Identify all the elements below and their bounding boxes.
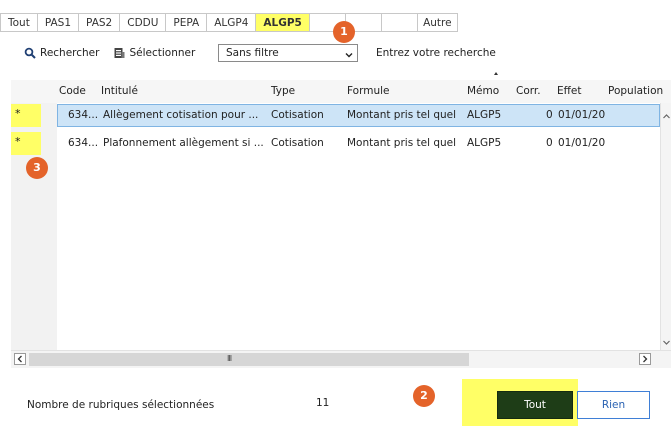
tab-tout[interactable]: Tout (0, 13, 38, 32)
tab-empty-3[interactable] (381, 13, 418, 32)
cell-corr: 0 (546, 109, 553, 121)
select-button-label: Sélectionner (129, 47, 196, 59)
tab-pas1[interactable]: PAS1 (37, 13, 80, 32)
data-grid: Code Intitulé Type Formule Mémo Corr. Ef… (11, 80, 671, 368)
cell-effet: 01/01/20 (558, 137, 606, 149)
cell-formule: Montant pris tel quel (347, 137, 457, 149)
column-header-corr[interactable]: Corr. (516, 85, 541, 97)
cell-code: 634... (68, 137, 99, 149)
annotation-badge-1: 1 (333, 21, 355, 43)
row-marker[interactable]: * (11, 104, 41, 127)
tab-algp4[interactable]: ALGP4 (207, 13, 257, 32)
search-button[interactable]: Rechercher (24, 47, 99, 59)
column-header-formule[interactable]: Formule (347, 85, 389, 97)
column-header-population[interactable]: Population (608, 85, 663, 97)
cell-type: Cotisation (271, 137, 324, 149)
cell-intitule: Plafonnement allègement si ... (103, 137, 264, 149)
cell-effet: 01/01/20 (558, 109, 606, 121)
select-none-button[interactable]: Rien (577, 391, 650, 419)
selected-count-label: Nombre de rubriques sélectionnées (27, 399, 215, 411)
scroll-up-icon[interactable] (663, 111, 670, 119)
tab-pepa[interactable]: PEPA (166, 13, 208, 32)
sort-indicator-icon (494, 72, 498, 75)
scroll-left-icon[interactable] (14, 353, 26, 365)
annotation-badge-3: 3 (26, 157, 48, 179)
horizontal-scroll-thumb[interactable] (29, 353, 469, 366)
horizontal-scrollbar[interactable]: III (11, 350, 671, 368)
cell-corr: 0 (546, 137, 553, 149)
search-input[interactable] (368, 44, 668, 62)
chevron-down-icon (345, 48, 353, 64)
column-header-code[interactable]: Code (59, 85, 86, 97)
cell-formule: Montant pris tel quel (347, 109, 457, 121)
search-icon (24, 47, 36, 59)
filter-select-value: Sans filtre (226, 47, 279, 59)
cell-memo: ALGP5 (467, 137, 502, 149)
tab-algp5[interactable]: ALGP5 (256, 13, 310, 32)
select-all-button[interactable]: Tout (497, 391, 573, 419)
tab-strip: Tout PAS1 PAS2 CDDU PEPA ALGP4 ALGP5 Aut… (0, 13, 458, 32)
annotation-badge-2: 2 (413, 385, 435, 407)
column-header-intitule[interactable]: Intitulé (101, 85, 138, 97)
toolbar: Rechercher Sélectionner Sans filtre (24, 44, 672, 62)
column-header-type[interactable]: Type (271, 85, 295, 97)
select-icon (113, 47, 125, 59)
table-row[interactable]: * 634... Allègement cotisation pour ... … (11, 104, 660, 127)
cell-type: Cotisation (271, 109, 324, 121)
table-row[interactable]: * 634... Plafonnement allègement si ... … (11, 132, 660, 155)
tab-cddu[interactable]: CDDU (120, 13, 167, 32)
column-header-effet[interactable]: Effet (557, 85, 581, 97)
cell-memo: ALGP5 (467, 109, 502, 121)
grid-header: Code Intitulé Type Formule Mémo Corr. Ef… (11, 80, 671, 103)
column-header-memo[interactable]: Mémo (467, 85, 499, 97)
filter-select[interactable]: Sans filtre (218, 44, 358, 62)
scroll-grip-icon: III (227, 354, 232, 363)
selected-count-value: 11 (316, 397, 330, 409)
scroll-down-icon[interactable] (663, 337, 670, 345)
vertical-scrollbar[interactable] (660, 103, 671, 350)
tab-autre[interactable]: Autre (417, 13, 458, 32)
search-button-label: Rechercher (40, 47, 100, 59)
cell-intitule: Allègement cotisation pour ... (103, 109, 259, 121)
select-button[interactable]: Sélectionner (113, 47, 195, 59)
scroll-right-icon[interactable] (639, 353, 651, 365)
row-marker[interactable]: * (11, 132, 41, 155)
cell-code: 634... (68, 109, 99, 121)
tab-pas2[interactable]: PAS2 (79, 13, 121, 32)
